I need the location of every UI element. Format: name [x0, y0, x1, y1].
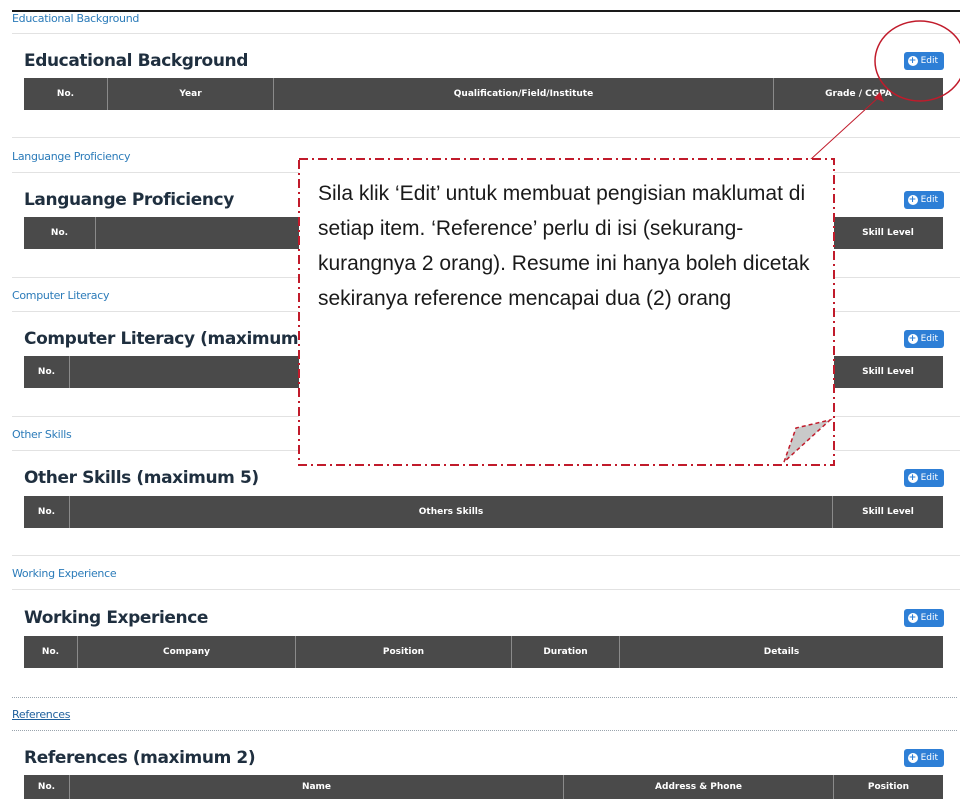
plus-icon: +	[907, 56, 918, 66]
col-duration: Duration	[512, 636, 620, 668]
references-title: References (maximum 2)	[24, 748, 256, 768]
language-link[interactable]: Languange Proficiency	[12, 150, 131, 163]
top-border	[12, 10, 960, 12]
edit-label: Edit	[920, 56, 938, 66]
col-no: No.	[24, 217, 96, 249]
plus-icon: +	[907, 613, 918, 623]
col-skill-level: Skill Level	[862, 367, 914, 377]
plus-icon: +	[907, 473, 918, 483]
references-table-header: No. Name Address & Phone Position	[24, 775, 943, 799]
computer-title: Computer Literacy (maximum 5)	[24, 329, 323, 349]
language-edit-button[interactable]: + Edit	[903, 191, 944, 209]
col-qualification: Qualification/Field/Institute	[274, 78, 774, 110]
education-link[interactable]: Educational Background	[12, 12, 139, 25]
computer-link[interactable]: Computer Literacy	[12, 289, 109, 302]
other-skills-link[interactable]: Other Skills	[12, 428, 72, 441]
plus-icon: +	[907, 195, 918, 205]
col-skill-level: Skill Level	[862, 228, 914, 238]
edit-label: Edit	[920, 334, 938, 344]
divider	[12, 172, 960, 173]
col-address-phone: Address & Phone	[564, 775, 834, 799]
work-link[interactable]: Working Experience	[12, 567, 117, 580]
col-company: Company	[78, 636, 296, 668]
divider	[12, 555, 960, 556]
divider	[12, 33, 960, 34]
divider	[12, 589, 960, 590]
col-position: Position	[296, 636, 512, 668]
education-edit-button[interactable]: + Edit	[903, 52, 944, 70]
col-computer	[70, 356, 833, 388]
other-skills-table-header: No. Others Skills Skill Level	[24, 496, 943, 528]
divider	[12, 450, 960, 451]
col-no: No.	[24, 636, 78, 668]
col-others-skills: Others Skills	[70, 496, 833, 528]
plus-icon: +	[907, 334, 918, 344]
col-skill-level: Skill Level	[862, 507, 914, 517]
education-table-header: No. Year Qualification/Field/Institute G…	[24, 78, 943, 110]
col-no: No.	[24, 356, 70, 388]
col-details: Details	[763, 647, 800, 657]
dotted-divider	[12, 697, 957, 698]
work-table-header: No. Company Position Duration Details	[24, 636, 943, 668]
col-name: Name	[70, 775, 564, 799]
work-edit-button[interactable]: + Edit	[903, 609, 944, 627]
references-link[interactable]: References	[12, 708, 70, 721]
education-title: Educational Background	[24, 51, 249, 71]
plus-icon: +	[907, 753, 918, 763]
language-title: Languange Proficiency	[24, 190, 234, 210]
col-no: No.	[24, 496, 70, 528]
col-grade: Grade / CGPA	[825, 89, 892, 99]
annotation-overlay	[298, 20, 960, 466]
col-no: No.	[24, 775, 70, 799]
col-year: Year	[108, 78, 274, 110]
references-edit-button[interactable]: + Edit	[903, 749, 944, 767]
computer-edit-button[interactable]: + Edit	[903, 330, 944, 348]
divider	[12, 137, 960, 138]
edit-label: Edit	[920, 753, 938, 763]
divider	[12, 416, 960, 417]
computer-table-header: No. Skill Level	[24, 356, 943, 388]
other-skills-title: Other Skills (maximum 5)	[24, 468, 259, 488]
callout-tail	[783, 418, 833, 463]
work-title: Working Experience	[24, 608, 209, 628]
col-position: Position	[867, 782, 910, 792]
edit-label: Edit	[920, 613, 938, 623]
edit-label: Edit	[920, 473, 938, 483]
col-no: No.	[24, 78, 108, 110]
callout-text: Sila klik ‘Edit’ untuk membuat pengisian…	[318, 182, 810, 310]
other-skills-edit-button[interactable]: + Edit	[903, 469, 944, 487]
dotted-divider	[12, 730, 957, 731]
edit-label: Edit	[920, 195, 938, 205]
